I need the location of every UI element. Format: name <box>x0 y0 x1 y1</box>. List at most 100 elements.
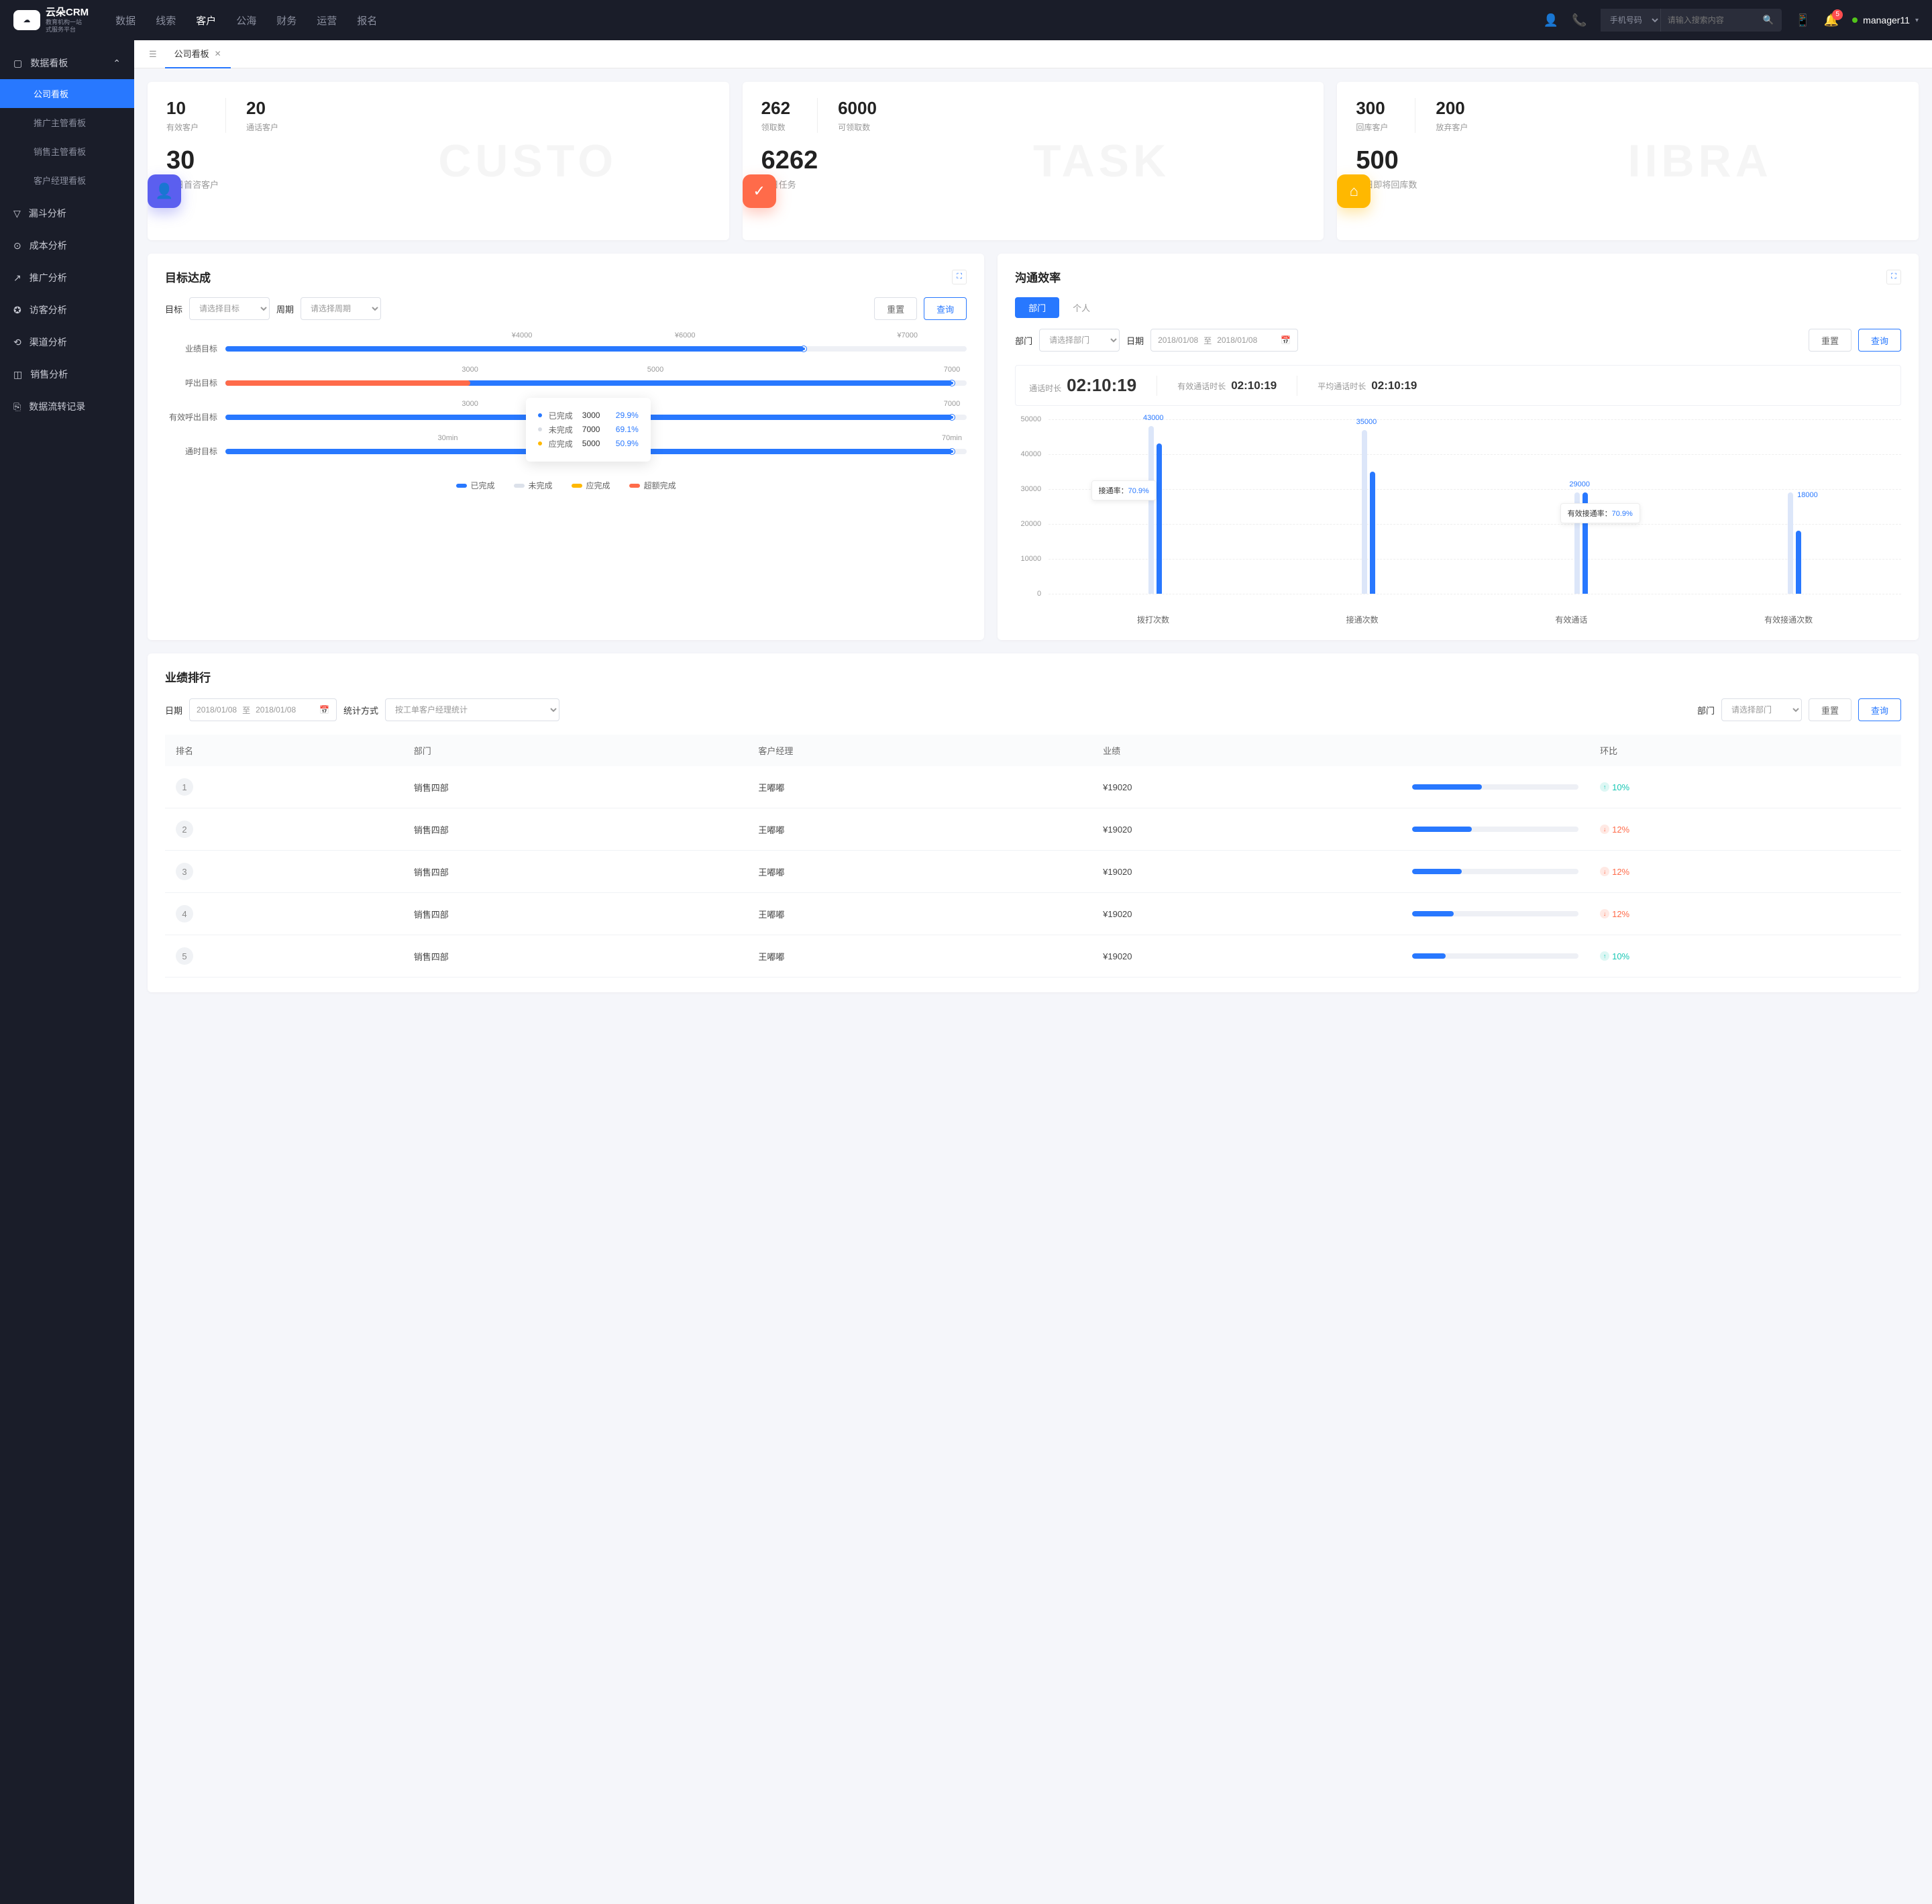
nav-item[interactable]: 公海 <box>236 9 256 32</box>
calendar-icon: 📅 <box>319 705 329 715</box>
panel-comm: 沟通效率 ⛶ 部门个人 部门 请选择部门 日期 2018/01/08 至 201… <box>998 254 1919 640</box>
ranking-table: 排名部门客户经理业绩环比 1 销售四部 王嘟嘟 ¥19020 ↑10%2 销售四… <box>165 735 1901 977</box>
nav-item[interactable]: 报名 <box>357 9 377 32</box>
col-header <box>1401 735 1589 766</box>
sidebar-group-dashboard[interactable]: ▢ 数据看板 ⌃ <box>0 47 134 79</box>
sidebar-item[interactable]: ✪访客分析 <box>0 294 134 326</box>
mobile-icon[interactable]: 📱 <box>1795 13 1810 28</box>
menu-icon: ↗ <box>13 272 21 284</box>
stat-method-select[interactable]: 按工单客户经理统计 <box>385 698 559 721</box>
dashboard-icon: ▢ <box>13 58 22 69</box>
change-indicator: ↑10% <box>1600 782 1890 792</box>
rank-badge: 4 <box>176 905 193 922</box>
chart-tooltip: 已完成300029.9%未完成700069.1%应完成500050.9% <box>526 398 651 462</box>
x-label: 有效接通次数 <box>1764 614 1813 625</box>
info-item: 平均通话时长02:10:19 <box>1318 379 1417 392</box>
sidebar-item[interactable]: ↗推广分析 <box>0 262 134 294</box>
bar-group: 43000 <box>1148 426 1162 594</box>
bar-group: 35000 <box>1362 430 1375 594</box>
col-header: 排名 <box>165 735 403 766</box>
query-button[interactable]: 查询 <box>1858 698 1901 721</box>
close-icon[interactable]: ✕ <box>215 49 221 58</box>
sidebar-item[interactable]: ▽漏斗分析 <box>0 197 134 229</box>
sidebar-item[interactable]: ⎘数据流转记录 <box>0 390 134 423</box>
rank-badge: 1 <box>176 778 193 796</box>
search-button[interactable]: 🔍 <box>1755 15 1782 25</box>
table-row: 5 销售四部 王嘟嘟 ¥19020 ↑10% <box>165 935 1901 977</box>
search-type-select[interactable]: 手机号码 <box>1601 9 1661 32</box>
goal-row: 业绩目标¥4000¥6000¥7000 <box>165 343 967 354</box>
date-range[interactable]: 2018/01/08 至 2018/01/08 📅 <box>1150 329 1298 352</box>
tabs-bar: ☰ 公司看板 ✕ <box>134 40 1932 68</box>
stat-big-number: 6262 <box>761 146 1305 175</box>
dept-select[interactable]: 请选择部门 <box>1039 329 1120 352</box>
panel-title: 沟通效率 <box>1015 268 1061 285</box>
legend-item: 未完成 <box>514 480 553 491</box>
reset-button[interactable]: 重置 <box>874 297 917 320</box>
menu-icon: ⟲ <box>13 337 21 348</box>
sidebar-item[interactable]: 客户经理看板 <box>0 166 134 195</box>
reset-button[interactable]: 重置 <box>1809 329 1851 352</box>
panel-ranking: 业绩排行 日期 2018/01/08 至 2018/01/08 📅 统计方式 按… <box>148 653 1919 992</box>
stat-card: IIBRA 300回库客户 200放弃客户 500 今日即将回库数 ⌂ <box>1337 82 1919 240</box>
menu-icon: ◫ <box>13 369 22 380</box>
reset-button[interactable]: 重置 <box>1809 698 1851 721</box>
tab-company-dashboard[interactable]: 公司看板 ✕ <box>165 40 231 68</box>
rank-badge: 2 <box>176 821 193 838</box>
expand-icon[interactable]: ⛶ <box>952 270 967 284</box>
sidebar-item[interactable]: 推广主管看板 <box>0 108 134 137</box>
nav-right: 手机号码 🔍 📱 🔔5 manager11 ▾ <box>1601 9 1919 32</box>
panel-title: 目标达成 <box>165 268 211 285</box>
date-range[interactable]: 2018/01/08 至 2018/01/08 📅 <box>189 698 337 721</box>
seg-tab[interactable]: 个人 <box>1059 297 1104 318</box>
col-header: 客户经理 <box>747 735 1092 766</box>
status-dot <box>1852 17 1858 23</box>
nav-item[interactable]: 客户 <box>196 9 216 32</box>
col-header: 环比 <box>1589 735 1901 766</box>
user-menu[interactable]: manager11 ▾ <box>1852 15 1919 25</box>
stat-icon: ✓ <box>743 174 776 208</box>
query-button[interactable]: 查询 <box>1858 329 1901 352</box>
user-icon[interactable]: 👤 <box>1544 13 1558 28</box>
x-label: 有效通话 <box>1555 614 1587 625</box>
bell-icon[interactable]: 🔔5 <box>1824 13 1839 28</box>
user-name: manager11 <box>1863 15 1910 25</box>
top-nav: ☁ 云朵CRM 教育机构一站式服务平台 数据线索客户公海财务运营报名 👤 📞 手… <box>0 0 1932 40</box>
target-select[interactable]: 请选择目标 <box>189 297 270 320</box>
change-indicator: ↓12% <box>1600 825 1890 835</box>
stat-number: 6000 <box>838 98 877 119</box>
rank-badge: 3 <box>176 863 193 880</box>
sidebar-item[interactable]: 销售主管看板 <box>0 137 134 166</box>
nav-item[interactable]: 运营 <box>317 9 337 32</box>
sidebar-item[interactable]: ◫销售分析 <box>0 358 134 390</box>
seg-tab[interactable]: 部门 <box>1015 297 1059 318</box>
sidebar-item[interactable]: 公司看板 <box>0 79 134 108</box>
table-row: 1 销售四部 王嘟嘟 ¥19020 ↑10% <box>165 766 1901 808</box>
logo[interactable]: ☁ 云朵CRM 教育机构一站式服务平台 <box>13 7 89 34</box>
panel-title: 业绩排行 <box>165 668 1901 685</box>
period-select[interactable]: 请选择周期 <box>301 297 381 320</box>
change-indicator: ↓12% <box>1600 867 1890 877</box>
nav-item[interactable]: 线索 <box>156 9 176 32</box>
sidebar-item[interactable]: ⟲渠道分析 <box>0 326 134 358</box>
menu-toggle-icon[interactable]: ☰ <box>141 49 165 60</box>
chevron-down-icon: ▾ <box>1915 17 1919 24</box>
stat-big-number: 500 <box>1356 146 1900 175</box>
nav-item[interactable]: 数据 <box>115 9 136 32</box>
query-button[interactable]: 查询 <box>924 297 967 320</box>
sidebar-item[interactable]: ⊙成本分析 <box>0 229 134 262</box>
expand-icon[interactable]: ⛶ <box>1886 270 1901 284</box>
info-item: 通话时长02:10:19 <box>1029 375 1136 396</box>
change-indicator: ↓12% <box>1600 909 1890 919</box>
stat-big-number: 30 <box>166 146 710 175</box>
phone-icon[interactable]: 📞 <box>1572 13 1587 28</box>
dept-select[interactable]: 请选择部门 <box>1721 698 1802 721</box>
info-item: 有效通话时长02:10:19 <box>1177 379 1277 392</box>
menu-icon: ⎘ <box>13 401 21 413</box>
rank-badge: 5 <box>176 947 193 965</box>
stat-number: 20 <box>246 98 278 119</box>
search-input[interactable] <box>1661 15 1755 25</box>
stat-number: 10 <box>166 98 199 119</box>
menu-icon: ⊙ <box>13 240 21 252</box>
nav-item[interactable]: 财务 <box>276 9 297 32</box>
